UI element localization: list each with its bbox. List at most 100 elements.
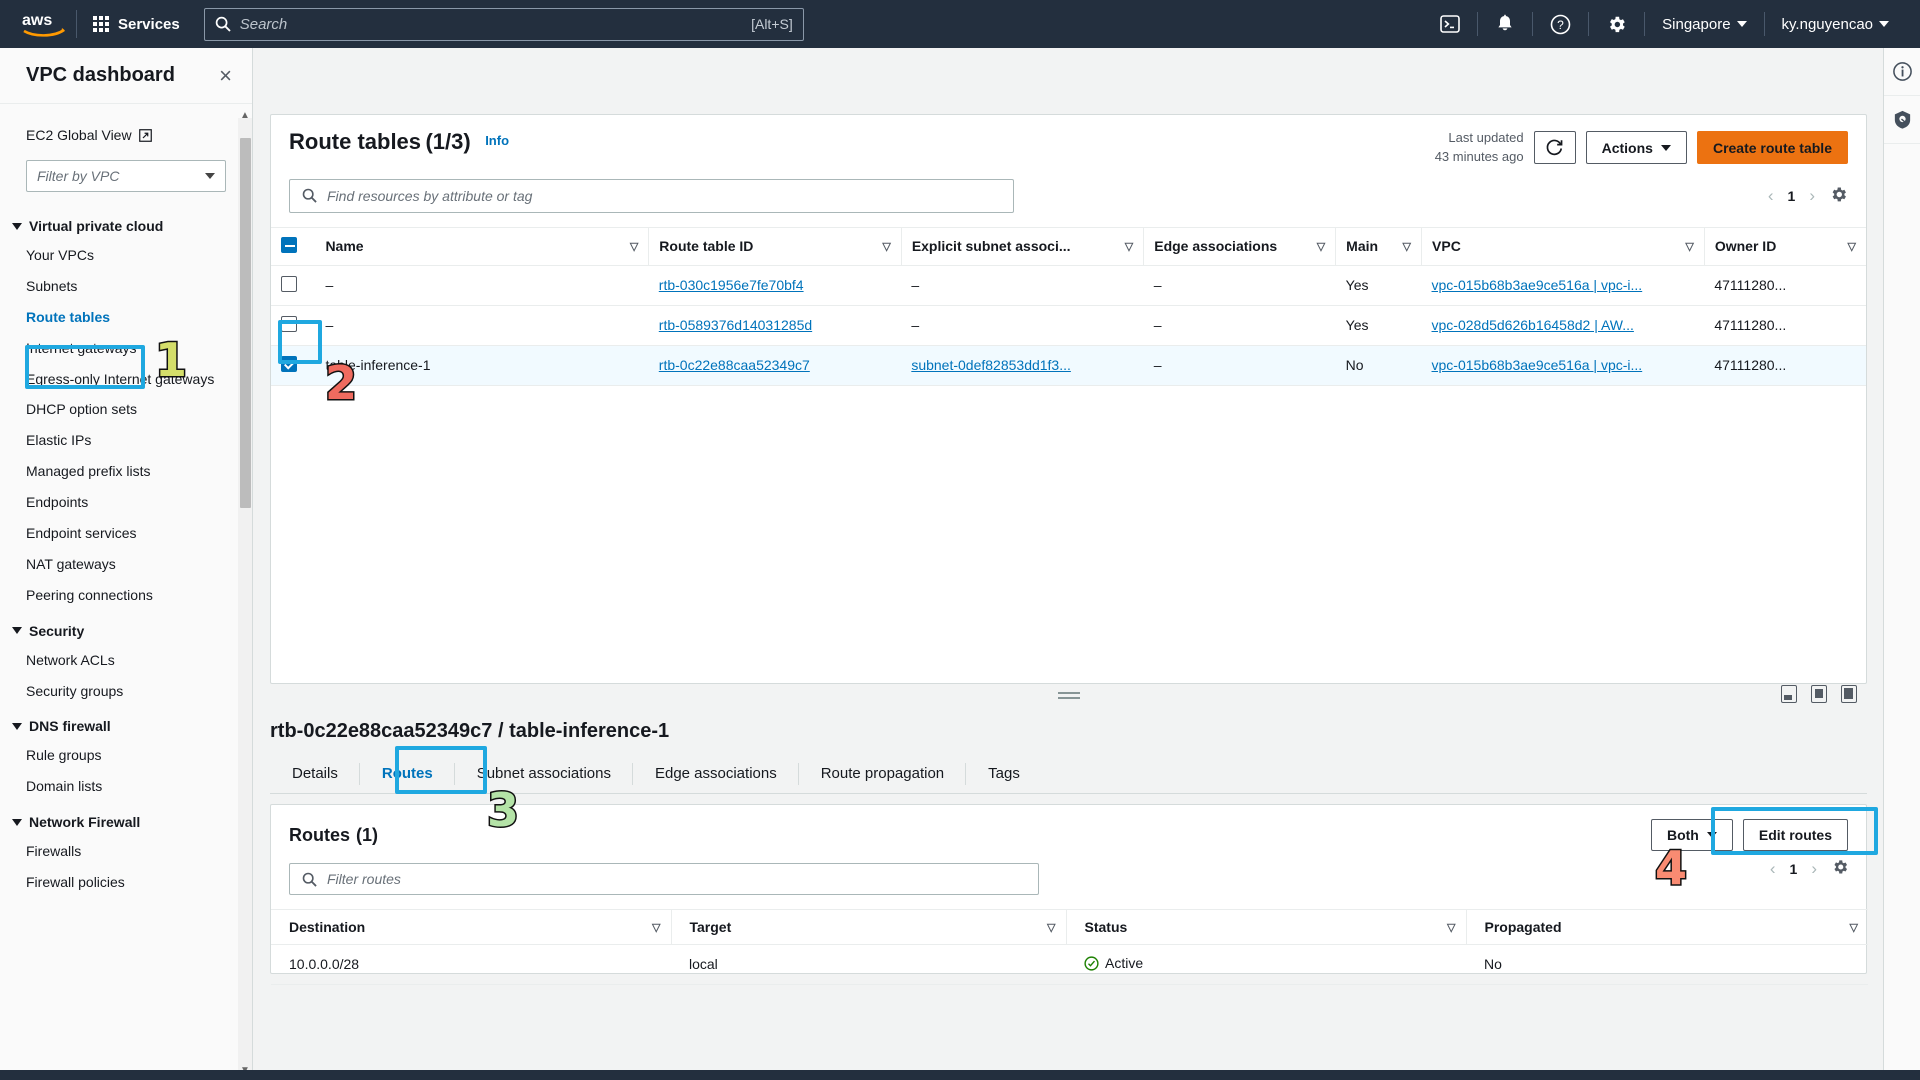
panel-splitter[interactable] [270, 684, 1867, 708]
tab-tags[interactable]: Tags [966, 754, 1042, 794]
create-route-table-button[interactable]: Create route table [1696, 131, 1848, 165]
table-row[interactable]: – rtb-030c1956e7fe70bf4– – Yes vpc-015b68b3a… [271, 265, 1866, 306]
edit-routes-button[interactable]: Edit routes [1742, 819, 1848, 851]
route-tables-pagination: ‹ 1 › [1768, 185, 1848, 207]
column-header-main[interactable]: Main ▽ [1335, 226, 1422, 266]
routes-previous-page-button[interactable]: ‹ [1770, 859, 1776, 879]
routes-column-header-status[interactable]: Status ▽ [1065, 909, 1466, 945]
column-header-vpc[interactable]: VPC ▽ [1421, 226, 1705, 266]
routes-table-row[interactable]: 10.0.0.0/28 local Active No [271, 944, 1868, 985]
sidebar-group-virtual-private-cloud[interactable]: Virtual private cloud [0, 206, 252, 240]
sidebar-item-security-groups[interactable]: Security groups [0, 676, 252, 707]
tab-details[interactable]: Details [270, 754, 360, 794]
sidebar-item-internet-gateways[interactable]: Internet gateways [0, 333, 252, 364]
refresh-button[interactable] [1533, 131, 1576, 165]
sort-icon[interactable]: ▽ [1850, 921, 1858, 934]
previous-page-button[interactable]: ‹ [1768, 186, 1774, 206]
services-menu-button[interactable]: Services [79, 0, 194, 48]
tab-subnet-associations[interactable]: Subnet associations [455, 754, 633, 794]
find-resources-input[interactable]: Find resources by attribute or tag [289, 178, 1014, 213]
region-selector[interactable]: Singapore [1645, 0, 1763, 48]
sidebar-group-security[interactable]: Security [0, 611, 252, 645]
bell-icon[interactable] [1478, 0, 1532, 48]
sidebar-group-network-firewall[interactable]: Network Firewall [0, 802, 252, 836]
row-checkbox[interactable] [281, 315, 297, 332]
sort-icon[interactable]: ▽ [1447, 921, 1455, 934]
link-route-table-id[interactable]: rtb-030c1956e7fe70bf4 [659, 277, 804, 293]
routes-pagination: ‹ 1 › [1770, 858, 1849, 879]
sidebar-item-endpoints[interactable]: Endpoints [0, 487, 252, 518]
cloudshell-icon[interactable] [1423, 0, 1477, 48]
sidebar-item-managed-prefix-lists[interactable]: Managed prefix lists [0, 456, 252, 487]
close-icon[interactable]: × [219, 64, 232, 87]
scroll-up-icon[interactable]: ▲ [240, 110, 250, 121]
tab-route-propagation[interactable]: Route propagation [799, 754, 967, 794]
sidebar-item-network-acls[interactable]: Network ACLs [0, 645, 252, 676]
routes-column-header-propagated[interactable]: Propagated ▽ [1465, 909, 1868, 945]
info-link[interactable]: Info [485, 133, 509, 148]
sidebar-item-firewall-policies[interactable]: Firewall policies [0, 867, 252, 898]
settings-icon[interactable] [1589, 0, 1644, 48]
table-preferences-gear-icon[interactable] [1829, 185, 1848, 207]
routes-next-page-button[interactable]: › [1811, 859, 1817, 879]
info-circle-icon[interactable] [1884, 48, 1920, 96]
column-header-explicit-subnet-associ[interactable]: Explicit subnet associ... ▽ [900, 226, 1144, 266]
row-checkbox[interactable] [281, 355, 297, 372]
sidebar-group-dns-firewall[interactable]: DNS firewall [0, 706, 252, 740]
sidebar-item-route-tables[interactable]: Route tables [0, 302, 252, 333]
vpc-filter-select[interactable]: Filter by VPC [26, 160, 226, 192]
split-panel-layout-icon[interactable] [1811, 685, 1827, 703]
sidebar-item-elastic-ips[interactable]: Elastic IPs [0, 425, 252, 456]
sidebar-item-ec2-global-view[interactable]: EC2 Global View [0, 120, 252, 150]
filter-routes-input[interactable]: Filter routes [289, 863, 1039, 895]
sidebar-item-subnets[interactable]: Subnets [0, 271, 252, 302]
next-page-button[interactable]: › [1809, 186, 1815, 206]
sort-icon[interactable]: ▽ [630, 240, 638, 253]
routes-column-header-destination[interactable]: Destination ▽ [271, 909, 671, 945]
help-icon[interactable]: ? [1533, 0, 1588, 48]
column-header-name[interactable]: Name ▽ [315, 226, 649, 266]
link-explicit-subnet[interactable]: subnet-0def82853dd1f3... [911, 357, 1071, 373]
shield-icon[interactable] [1884, 96, 1920, 144]
sidebar-item-nat-gateways[interactable]: NAT gateways [0, 549, 252, 580]
link-route-table-id[interactable]: rtb-0589376d14031285d [659, 317, 812, 333]
sidebar-scrollbar-thumb[interactable] [240, 138, 251, 508]
global-search-input[interactable]: Search [Alt+S] [203, 7, 804, 41]
sort-icon[interactable]: ▽ [1317, 240, 1325, 253]
sort-icon[interactable]: ▽ [1403, 240, 1411, 253]
link-vpc[interactable]: vpc-015b68b3ae9ce516a | vpc-i... [1432, 277, 1643, 293]
row-checkbox[interactable] [281, 275, 297, 292]
sidebar-item-dhcp-option-sets[interactable]: DHCP option sets [0, 394, 252, 425]
account-menu[interactable]: ky.nguyencao [1765, 0, 1906, 48]
split-bottom-layout-icon[interactable] [1781, 685, 1797, 703]
sidebar-item-your-vpcs[interactable]: Your VPCs [0, 240, 252, 271]
link-route-table-id[interactable]: rtb-0c22e88caa52349c7 [659, 357, 810, 373]
actions-button[interactable]: Actions [1585, 131, 1687, 165]
sidebar-item-peering-connections[interactable]: Peering connections [0, 580, 252, 611]
table-row[interactable]: – rtb-0589376d14031285d – – Yes vpc-028d5d626… [271, 305, 1866, 346]
sort-icon[interactable]: ▽ [1047, 921, 1055, 934]
sort-icon[interactable]: ▽ [652, 921, 660, 934]
sidebar-item-firewalls[interactable]: Firewalls [0, 836, 252, 867]
sort-icon[interactable]: ▽ [1125, 240, 1133, 253]
sidebar-item-endpoint-services[interactable]: Endpoint services [0, 518, 252, 549]
column-header-owner-id[interactable]: Owner ID ▽ [1703, 226, 1866, 266]
routes-column-header-target[interactable]: Target ▽ [670, 909, 1066, 945]
column-header-route-table-id[interactable]: Route table ID ▽ [648, 226, 902, 266]
sort-icon[interactable]: ▽ [1685, 240, 1693, 253]
sidebar-item-rule-groups[interactable]: Rule groups [0, 740, 252, 771]
link-vpc[interactable]: vpc-015b68b3ae9ce516a | vpc-i... [1432, 357, 1643, 373]
sort-icon[interactable]: ▽ [882, 240, 890, 253]
split-side-layout-icon[interactable] [1841, 685, 1857, 703]
select-all-checkbox[interactable] [281, 236, 297, 253]
table-row[interactable]: table-inference-1 rtb-0c22e88caa52349c7 su… [271, 344, 1866, 386]
aws-logo-icon[interactable]: aws [14, 10, 74, 38]
tab-edge-associations[interactable]: Edge associations [633, 754, 799, 794]
link-vpc[interactable]: vpc-028d5d626b16458d2 | AW... [1432, 317, 1634, 333]
sort-icon[interactable]: ▽ [1848, 240, 1856, 253]
sidebar-item-egress-only-internet-gateways[interactable]: Egress-only Internet gateways [0, 364, 252, 395]
tab-routes[interactable]: Routes [360, 754, 455, 794]
column-header-edge-associations[interactable]: Edge associations ▽ [1143, 226, 1336, 266]
routes-preferences-gear-icon[interactable] [1831, 858, 1849, 879]
sidebar-item-domain-lists[interactable]: Domain lists [0, 771, 252, 802]
